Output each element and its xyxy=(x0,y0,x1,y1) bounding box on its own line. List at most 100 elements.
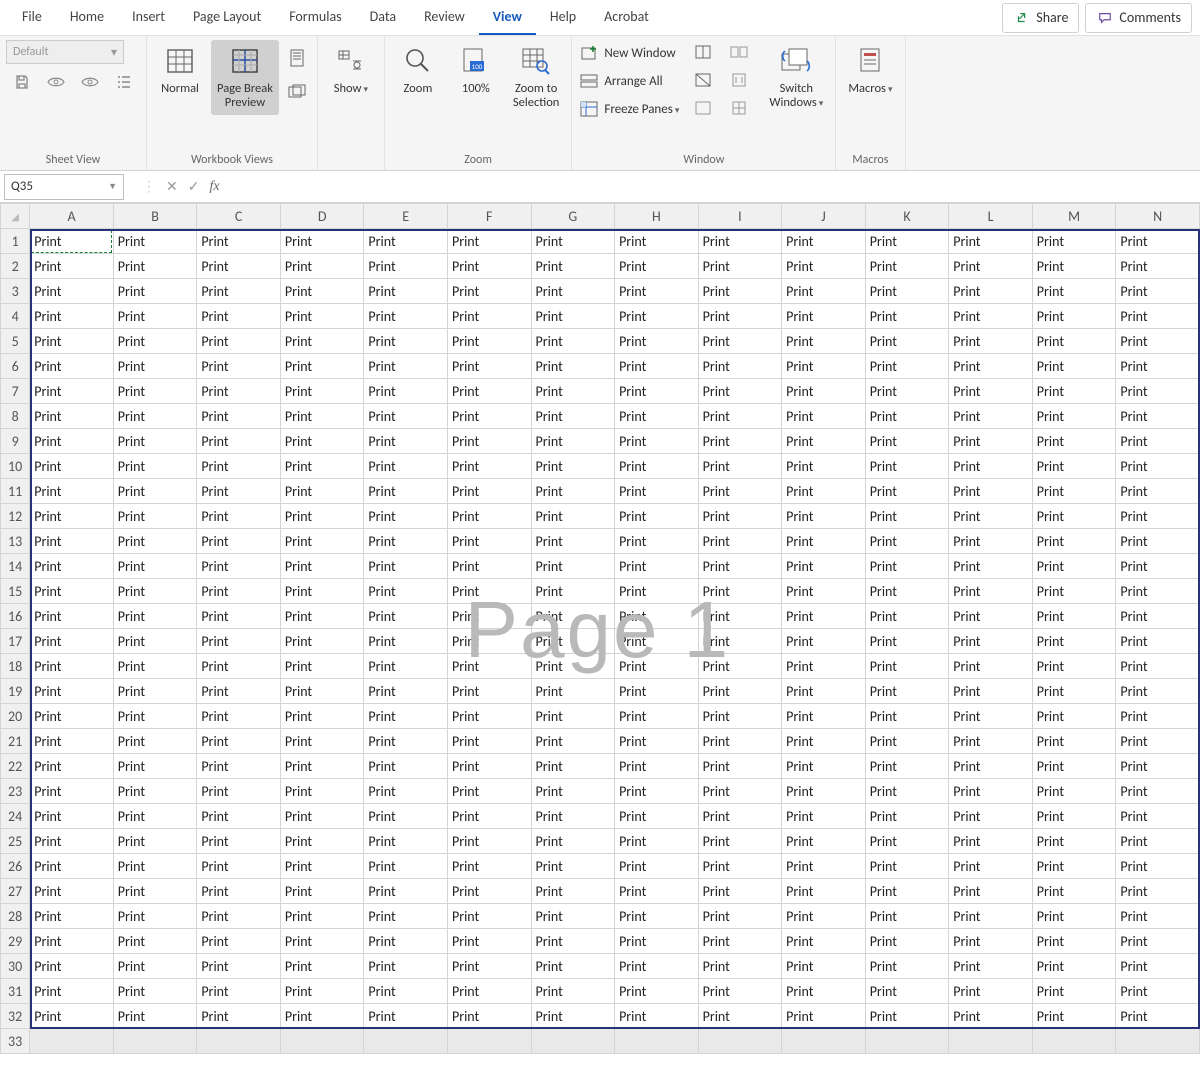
cell-I12[interactable]: Print xyxy=(698,504,782,529)
col-header-B[interactable]: B xyxy=(113,204,197,229)
cell-D13[interactable]: Print xyxy=(280,529,364,554)
cell-H2[interactable]: Print xyxy=(615,254,699,279)
cell-G20[interactable]: Print xyxy=(531,704,615,729)
cell-E17[interactable]: Print xyxy=(364,629,448,654)
cell-J15[interactable]: Print xyxy=(782,579,866,604)
hide-window-button[interactable] xyxy=(689,68,717,94)
cell-D26[interactable]: Print xyxy=(280,854,364,879)
cell-G21[interactable]: Print xyxy=(531,729,615,754)
cell-L14[interactable]: Print xyxy=(949,554,1033,579)
tab-formulas[interactable]: Formulas xyxy=(275,0,355,35)
cell-K19[interactable]: Print xyxy=(865,679,949,704)
cell-K32[interactable]: Print xyxy=(865,1004,949,1029)
cell-I23[interactable]: Print xyxy=(698,779,782,804)
fx-icon[interactable]: fx xyxy=(209,179,219,195)
cell-B20[interactable]: Print xyxy=(113,704,197,729)
cell-H7[interactable]: Print xyxy=(615,379,699,404)
cell-L21[interactable]: Print xyxy=(949,729,1033,754)
cell-H1[interactable]: Print xyxy=(615,229,699,254)
tab-page-layout[interactable]: Page Layout xyxy=(179,0,275,35)
cell-N12[interactable]: Print xyxy=(1116,504,1200,529)
row-header-22[interactable]: 22 xyxy=(1,754,30,779)
cell-F21[interactable]: Print xyxy=(447,729,531,754)
cell-G33[interactable] xyxy=(531,1029,615,1054)
cell-H6[interactable]: Print xyxy=(615,354,699,379)
cell-D33[interactable] xyxy=(280,1029,364,1054)
cell-L19[interactable]: Print xyxy=(949,679,1033,704)
cell-G15[interactable]: Print xyxy=(531,579,615,604)
cell-N10[interactable]: Print xyxy=(1116,454,1200,479)
cell-H26[interactable]: Print xyxy=(615,854,699,879)
cell-B5[interactable]: Print xyxy=(113,329,197,354)
cell-K11[interactable]: Print xyxy=(865,479,949,504)
cell-J16[interactable]: Print xyxy=(782,604,866,629)
cell-I5[interactable]: Print xyxy=(698,329,782,354)
cell-E24[interactable]: Print xyxy=(364,804,448,829)
cell-F10[interactable]: Print xyxy=(447,454,531,479)
cell-K30[interactable]: Print xyxy=(865,954,949,979)
cell-K2[interactable]: Print xyxy=(865,254,949,279)
cell-D31[interactable]: Print xyxy=(280,979,364,1004)
cell-D10[interactable]: Print xyxy=(280,454,364,479)
cell-L20[interactable]: Print xyxy=(949,704,1033,729)
cell-H3[interactable]: Print xyxy=(615,279,699,304)
cell-E8[interactable]: Print xyxy=(364,404,448,429)
cell-D28[interactable]: Print xyxy=(280,904,364,929)
cell-A7[interactable]: Print xyxy=(30,379,114,404)
accept-icon[interactable]: ✓ xyxy=(188,178,200,195)
grid[interactable]: ◢ABCDEFGHIJKLMN1PrintPrintPrintPrintPrin… xyxy=(0,203,1200,1054)
cell-F33[interactable] xyxy=(447,1029,531,1054)
cell-B26[interactable]: Print xyxy=(113,854,197,879)
cell-A3[interactable]: Print xyxy=(30,279,114,304)
cancel-icon[interactable]: ✕ xyxy=(166,178,178,195)
cell-G31[interactable]: Print xyxy=(531,979,615,1004)
cell-L12[interactable]: Print xyxy=(949,504,1033,529)
cell-B6[interactable]: Print xyxy=(113,354,197,379)
cell-K22[interactable]: Print xyxy=(865,754,949,779)
cell-F5[interactable]: Print xyxy=(447,329,531,354)
cell-I27[interactable]: Print xyxy=(698,879,782,904)
cell-B18[interactable]: Print xyxy=(113,654,197,679)
cell-G6[interactable]: Print xyxy=(531,354,615,379)
cell-L26[interactable]: Print xyxy=(949,854,1033,879)
cell-I10[interactable]: Print xyxy=(698,454,782,479)
row-header-33[interactable]: 33 xyxy=(1,1029,30,1054)
cell-L2[interactable]: Print xyxy=(949,254,1033,279)
cell-A4[interactable]: Print xyxy=(30,304,114,329)
cell-D8[interactable]: Print xyxy=(280,404,364,429)
cell-C32[interactable]: Print xyxy=(197,1004,281,1029)
cell-K12[interactable]: Print xyxy=(865,504,949,529)
cell-C10[interactable]: Print xyxy=(197,454,281,479)
cell-F30[interactable]: Print xyxy=(447,954,531,979)
cell-F22[interactable]: Print xyxy=(447,754,531,779)
cell-B31[interactable]: Print xyxy=(113,979,197,1004)
cell-H20[interactable]: Print xyxy=(615,704,699,729)
cell-B3[interactable]: Print xyxy=(113,279,197,304)
cell-N29[interactable]: Print xyxy=(1116,929,1200,954)
cell-F4[interactable]: Print xyxy=(447,304,531,329)
cell-M10[interactable]: Print xyxy=(1032,454,1116,479)
cell-I13[interactable]: Print xyxy=(698,529,782,554)
cell-A5[interactable]: Print xyxy=(30,329,114,354)
keep-view-button[interactable] xyxy=(8,70,36,96)
cell-M27[interactable]: Print xyxy=(1032,879,1116,904)
cell-E25[interactable]: Print xyxy=(364,829,448,854)
cell-B14[interactable]: Print xyxy=(113,554,197,579)
cell-E23[interactable]: Print xyxy=(364,779,448,804)
cell-M31[interactable]: Print xyxy=(1032,979,1116,1004)
cell-K26[interactable]: Print xyxy=(865,854,949,879)
cell-J24[interactable]: Print xyxy=(782,804,866,829)
cell-E26[interactable]: Print xyxy=(364,854,448,879)
row-header-15[interactable]: 15 xyxy=(1,579,30,604)
cell-B13[interactable]: Print xyxy=(113,529,197,554)
cell-J30[interactable]: Print xyxy=(782,954,866,979)
cell-F6[interactable]: Print xyxy=(447,354,531,379)
cell-E33[interactable] xyxy=(364,1029,448,1054)
cell-K15[interactable]: Print xyxy=(865,579,949,604)
cell-K5[interactable]: Print xyxy=(865,329,949,354)
cell-K21[interactable]: Print xyxy=(865,729,949,754)
cell-I31[interactable]: Print xyxy=(698,979,782,1004)
cell-K14[interactable]: Print xyxy=(865,554,949,579)
cell-C23[interactable]: Print xyxy=(197,779,281,804)
row-header-11[interactable]: 11 xyxy=(1,479,30,504)
